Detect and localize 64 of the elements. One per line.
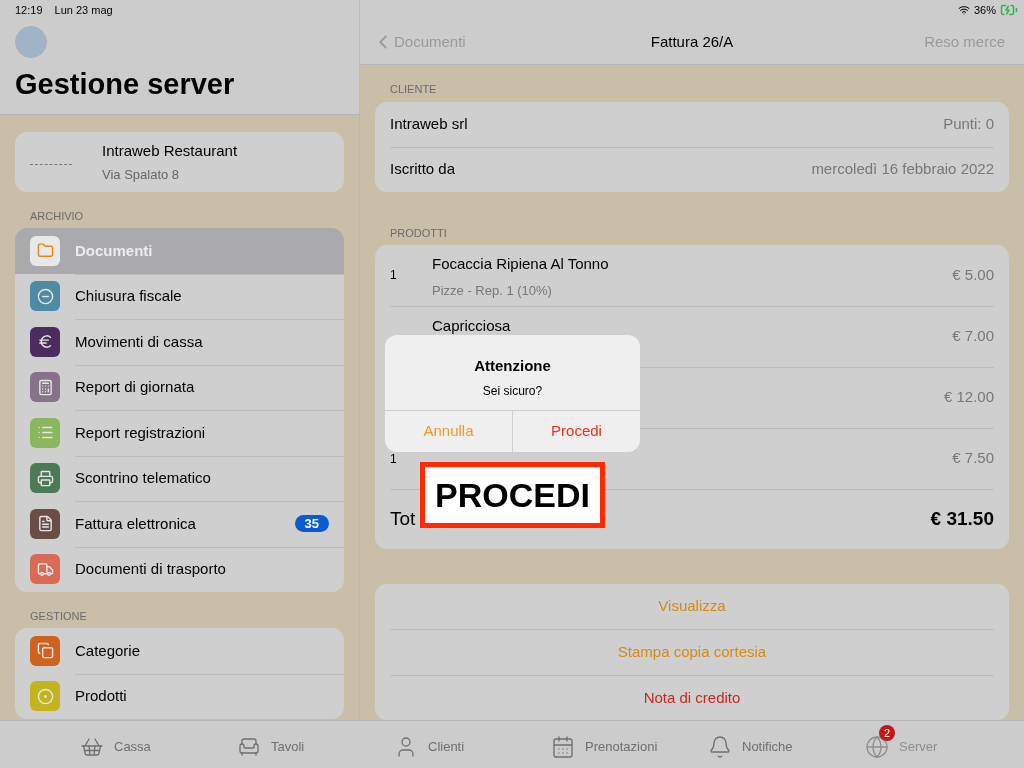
field-label: Intraweb srl bbox=[390, 113, 468, 134]
menu-label: Report registrazioni bbox=[75, 422, 206, 443]
menu-label: Scontrino telematico bbox=[75, 468, 211, 488]
alert-title: Attenzione bbox=[473, 356, 552, 376]
wifi-icon bbox=[957, 4, 970, 16]
menu-item[interactable]: Documenti di trasporto bbox=[15, 546, 344, 592]
field-value: Punti: 0 bbox=[943, 113, 994, 134]
product-name: Focaccia Ripiena Al Tonno bbox=[432, 253, 609, 274]
tab-bar-item[interactable]: Prenotazioni bbox=[551, 724, 708, 759]
section-header: CLIENTE bbox=[390, 81, 438, 97]
menu-item[interactable]: Report registrazioni bbox=[15, 410, 344, 456]
quantity: 1 bbox=[390, 450, 398, 468]
total-label: Tot bbox=[390, 506, 416, 531]
product-price: € 5.00 bbox=[952, 264, 994, 285]
section-header: ARCHIVIO bbox=[30, 209, 85, 224]
product-detail: Pizze - Rep. 1 (10%) bbox=[432, 282, 553, 300]
product-price: € 12.00 bbox=[943, 387, 994, 408]
menu-item[interactable]: Fattura elettronica 35 bbox=[15, 501, 344, 547]
menu-item[interactable]: Documenti bbox=[15, 228, 344, 274]
tab-bar-item[interactable]: Clienti bbox=[394, 724, 551, 759]
alert-message: Sei sicuro? bbox=[481, 382, 544, 400]
tab-bar-item[interactable]: Tavoli bbox=[237, 724, 394, 759]
tab-icon bbox=[708, 734, 732, 759]
section-header: PRODOTTI bbox=[390, 225, 448, 241]
menu-label: Chiusura fiscale bbox=[75, 286, 182, 306]
shop-name: Intraweb Restaurant bbox=[102, 140, 238, 161]
menu-label: Documenti di trasporto bbox=[75, 559, 226, 579]
status-date: Lun 23 mag bbox=[54, 2, 113, 18]
status-time: 12:19 bbox=[15, 2, 43, 18]
avatar-icon[interactable] bbox=[15, 26, 47, 58]
tab-bar-item[interactable]: Notifiche bbox=[708, 724, 865, 759]
menu-item[interactable]: Scontrino telematico bbox=[15, 455, 344, 501]
tab-bar-item[interactable]: Server 2 bbox=[865, 724, 1022, 759]
product-name: Capricciosa bbox=[432, 315, 511, 336]
menu-item[interactable]: Report di giornata bbox=[15, 364, 344, 410]
menu-label: Categorie bbox=[75, 640, 141, 661]
field-value: mercoledì 16 febbraio 2022 bbox=[811, 159, 994, 180]
tab-bar-item[interactable]: Cassa bbox=[80, 724, 237, 759]
callout-label: PROCEDI bbox=[420, 462, 605, 528]
alert-button[interactable]: Procedi bbox=[512, 411, 640, 452]
menu-label: Prodotti bbox=[75, 686, 127, 706]
nav-title: Fattura 26/A bbox=[650, 31, 734, 52]
menu-label: Movimenti di cassa bbox=[75, 331, 203, 352]
shop-card[interactable]: Intraweb Restaurant Via Spalato 8 bbox=[15, 132, 344, 192]
menu-item[interactable]: Categorie bbox=[15, 628, 344, 674]
menu-label: Documenti bbox=[75, 240, 153, 261]
menu-item[interactable]: Movimenti di cassa bbox=[15, 319, 344, 365]
field-label: Iscritto da bbox=[390, 159, 456, 180]
quantity: 1 bbox=[390, 267, 398, 284]
menu-item[interactable]: Chiusura fiscale bbox=[15, 273, 344, 319]
alert-button[interactable]: Annulla bbox=[385, 411, 512, 452]
section-header: GESTIONE bbox=[30, 609, 88, 624]
count-badge: 35 bbox=[294, 515, 329, 533]
menu-label: Report di giornata bbox=[75, 377, 195, 397]
tab-icon bbox=[551, 734, 575, 759]
product-price: € 7.50 bbox=[952, 448, 994, 469]
sidebar-title: Gestione server bbox=[15, 70, 236, 99]
product-price: € 7.00 bbox=[952, 326, 994, 347]
battery-percent: 36% bbox=[973, 2, 996, 18]
menu-item[interactable]: Prodotti bbox=[15, 673, 344, 719]
notification-badge: 2 bbox=[879, 724, 895, 741]
menu-label: Fattura elettronica bbox=[75, 513, 196, 534]
total-amount: € 31.50 bbox=[930, 506, 994, 531]
shop-address: Via Spalato 8 bbox=[102, 166, 181, 184]
